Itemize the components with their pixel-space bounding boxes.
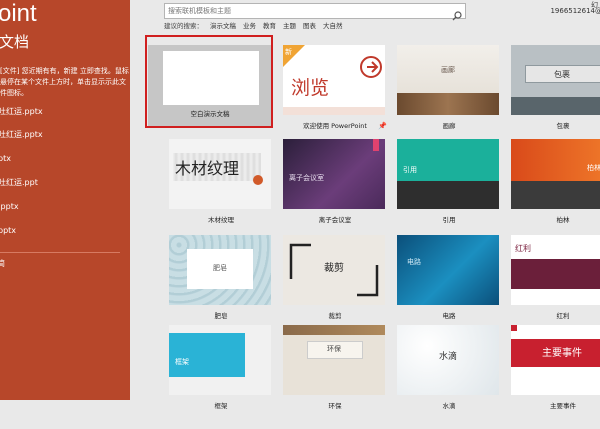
template-label: 环保 (328, 402, 342, 410)
template-label: 空白演示文稿 (190, 110, 230, 118)
template-label: 木材纹理 (208, 216, 234, 224)
template-label: 主要事件 (550, 402, 576, 410)
suggested-label: 建议的搜索： (164, 22, 203, 30)
recent-file[interactable]: .pptx (0, 200, 128, 214)
template-gallery: 建议的搜索： 演示文稿 业务 教育 主题 图表 大自然 幻 1966512614… (130, 0, 600, 410)
pin-icon[interactable]: 📌 (378, 121, 387, 131)
template-thumbnail: 离子会议室 (283, 139, 385, 209)
sidebar-divider (0, 252, 120, 253)
template-label: 离子会议室 (318, 216, 352, 224)
recent-file[interactable]: 吐红运.pptx (0, 128, 128, 142)
recent-file[interactable]: ptx (0, 152, 128, 166)
search-input[interactable] (168, 4, 440, 18)
thumb-text: 包裹 (554, 70, 570, 79)
thumb-text: 主要事件 (542, 348, 582, 359)
thumb-text: 木材纹理 (175, 159, 240, 178)
template-label: 框架 (214, 402, 228, 410)
template-thumbnail: 电路 (397, 235, 499, 305)
account-name: 幻 (591, 1, 598, 9)
template-droplet[interactable]: 水滴 水滴 (387, 325, 505, 429)
template-parcel[interactable]: 包裹 包裹 (501, 45, 600, 149)
template-crop[interactable]: 裁剪 裁剪 (273, 235, 391, 339)
template-circuit[interactable]: 电路 电路 (387, 235, 505, 339)
berlin-band (511, 181, 600, 209)
dividend-band (511, 259, 600, 289)
template-label: 包裹 (556, 122, 570, 130)
accent-dot (253, 175, 263, 185)
thumb-text: 引用 (403, 166, 417, 174)
thumb-text: 裁剪 (324, 263, 344, 274)
template-quotable[interactable]: 引用 引用 (387, 139, 505, 243)
template-gallery-theme[interactable]: 画廊 画廊 (387, 45, 505, 149)
template-thumbnail: 画廊 (397, 45, 499, 115)
thumb-text: 电路 (407, 258, 421, 266)
thumb-text: 环保 (327, 345, 341, 353)
recent-file[interactable]: 吐红运.pptx (0, 105, 128, 119)
template-thumbnail: 框架 (169, 325, 271, 395)
template-label: 引用 (442, 216, 456, 224)
template-thumbnail: 新 浏览 (283, 45, 385, 115)
suggestion-link[interactable]: 教育 (263, 21, 276, 31)
app-title: oint (0, 0, 37, 27)
parcel-band (511, 97, 600, 115)
thumb-text: 框架 (175, 358, 189, 366)
template-label: 水滴 (442, 402, 456, 410)
recent-file[interactable]: 吐红运.ppt (0, 176, 128, 190)
template-frame[interactable]: 框架 框架 (159, 325, 277, 429)
suggestion-link[interactable]: 大自然 (323, 21, 343, 31)
template-thumbnail: 木材纹理 (169, 139, 271, 209)
wood-floor (397, 93, 499, 115)
template-thumbnail: 肥皂 (169, 235, 271, 305)
template-welcome[interactable]: 新 浏览 欢迎使用 PowerPoint 📌 (273, 45, 391, 149)
search-icon (452, 6, 462, 21)
template-dividend[interactable]: 红利 红利 (501, 235, 600, 339)
thumb-text: 离子会议室 (289, 174, 324, 182)
search-button[interactable] (450, 4, 464, 21)
frame-block (169, 333, 245, 377)
template-savon[interactable]: 肥皂 肥皂 (159, 235, 277, 339)
template-label: 红利 (556, 312, 570, 320)
thumb-text: 柏林 (587, 164, 600, 172)
template-thumbnail: 柏林 (511, 139, 600, 209)
template-thumbnail: 引用 (397, 139, 499, 209)
thumb-text: 画廊 (441, 66, 455, 74)
template-berlin[interactable]: 柏林 柏林 (501, 139, 600, 243)
template-ion-boardroom[interactable]: 离子会议室 离子会议室 (273, 139, 391, 243)
suggestion-link[interactable]: 演示文稿 (210, 21, 236, 31)
template-label: 柏林 (556, 216, 570, 224)
sidebar: oint 文档 [文件] 您近期有有，新建 立即查找。鼠标悬停在某个文件上方时，… (0, 0, 130, 400)
search-box[interactable] (164, 3, 466, 21)
recent-hint: [文件] 您近期有有，新建 立即查找。鼠标悬停在某个文件上方时，单击显示示此文件… (0, 67, 129, 97)
wood-strip (283, 325, 385, 335)
suggested-searches: 建议的搜索： 演示文稿 业务 教育 主题 图表 大自然 (164, 21, 343, 31)
template-thumbnail: 水滴 (397, 325, 499, 395)
template-blank[interactable]: 空白演示文稿 (145, 35, 273, 141)
more-link[interactable]: 简 (0, 257, 5, 271)
template-label: 肥皂 (214, 312, 228, 320)
template-thumbnail: 包裹 (511, 45, 600, 115)
account-info[interactable]: 幻 1966512614@ (550, 1, 600, 16)
template-thumbnail: 裁剪 (283, 235, 385, 305)
section-title: 文档 (0, 33, 30, 51)
template-label: 裁剪 (328, 312, 342, 320)
thumb-text: 肥皂 (213, 264, 227, 272)
suggestion-link[interactable]: 主题 (283, 21, 296, 31)
template-wood-type[interactable]: 木材纹理 木材纹理 (159, 139, 277, 243)
ion-tab (373, 139, 379, 151)
template-thumbnail: 红利 (511, 235, 600, 305)
template-label: 电路 (442, 312, 456, 320)
template-label: 画廊 (442, 122, 456, 130)
template-thumbnail: 主要事件 (511, 325, 600, 395)
thumb-text: 红利 (515, 244, 531, 253)
template-main-event[interactable]: 主要事件 主要事件 (501, 325, 600, 429)
template-organic[interactable]: 环保 环保 (273, 325, 391, 429)
new-badge: 新 (285, 48, 292, 56)
template-thumbnail: 环保 (283, 325, 385, 395)
thumb-text: 水滴 (438, 352, 457, 362)
suggestion-link[interactable]: 业务 (243, 21, 256, 31)
thumb-text: 浏览 (291, 77, 330, 99)
corner-mark (511, 325, 517, 331)
suggestion-link[interactable]: 图表 (303, 21, 316, 31)
recent-file[interactable]: pptx (0, 224, 128, 238)
